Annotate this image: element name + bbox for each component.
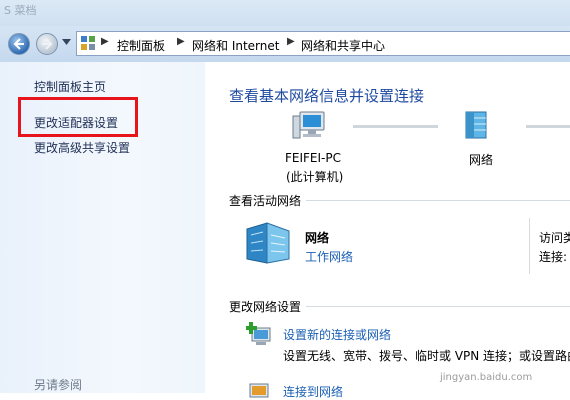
forward-icon: [42, 38, 53, 50]
breadcrumb-network-internet[interactable]: 网络和 Internet: [192, 37, 279, 54]
title-bar: S 菜档: [0, 0, 570, 26]
breadcrumb-network-sharing-center[interactable]: 网络和共享中心: [301, 37, 385, 54]
network-type-link[interactable]: 工作网络: [305, 248, 353, 265]
see-also-heading: 另请参阅: [34, 378, 83, 392]
connection-line: [353, 125, 438, 128]
connection-line: [526, 125, 570, 128]
address-bar[interactable]: ▶ 控制面板 ▶ 网络和 Internet ▶ 网络和共享中心: [76, 31, 570, 56]
network-label: 网络: [469, 153, 494, 167]
chevron-right-icon[interactable]: ▶: [101, 36, 109, 47]
active-network-name: 网络: [305, 231, 330, 245]
forward-button[interactable]: [36, 33, 58, 55]
change-settings-heading: 更改网络设置: [229, 300, 302, 314]
back-button[interactable]: [8, 33, 30, 55]
back-icon: [13, 38, 24, 50]
setup-new-connection-description: 设置无线、宽带、拨号、临时或 VPN 连接；或设置路由: [283, 349, 570, 363]
chevron-right-icon[interactable]: ▶: [287, 36, 295, 47]
computer-subtitle: (此计算机): [286, 170, 344, 184]
watermark-text: jingyan.baidu.com: [440, 372, 533, 383]
chevron-right-icon[interactable]: ▶: [177, 36, 185, 47]
connect-to-network-link[interactable]: 连接到网络: [283, 383, 343, 400]
network-icon[interactable]: [463, 110, 489, 140]
active-networks-heading: 查看活动网络: [229, 194, 302, 208]
access-type-label: 访问类: [539, 231, 570, 245]
dropdown-icon[interactable]: [62, 39, 71, 45]
connections-label: 连接:: [539, 250, 568, 264]
breadcrumb-control-panel[interactable]: 控制面板: [117, 37, 165, 54]
network-building-icon: [246, 222, 290, 264]
computer-icon[interactable]: [292, 110, 328, 144]
section-divider: [306, 306, 570, 307]
computer-name: FEIFEI-PC: [285, 151, 341, 165]
new-connection-icon[interactable]: [246, 322, 272, 348]
sidebar-item-advanced-sharing-settings[interactable]: 更改高级共享设置: [34, 139, 130, 156]
section-divider: [306, 200, 570, 201]
window-title: S 菜档: [4, 4, 37, 17]
sidebar-home-link[interactable]: 控制面板主页: [34, 78, 106, 95]
setup-new-connection-link[interactable]: 设置新的连接或网络: [283, 326, 391, 343]
connect-network-icon[interactable]: [246, 380, 272, 400]
page-title: 查看基本网络信息并设置连接: [229, 87, 425, 105]
vertical-divider: [529, 218, 530, 274]
control-panel-icon: [81, 36, 95, 50]
highlight-box: [18, 97, 138, 137]
